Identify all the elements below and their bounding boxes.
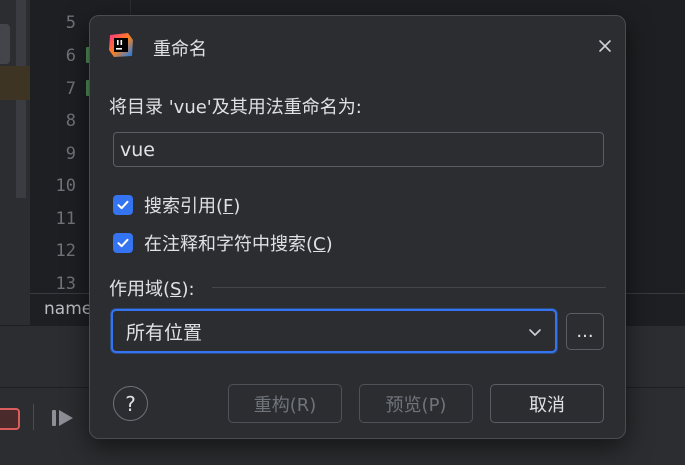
toolbar-separator — [33, 404, 34, 430]
breadcrumb[interactable]: name — [44, 299, 92, 319]
line-number: 8 — [65, 111, 76, 131]
preview-button[interactable]: 预览(P) — [359, 384, 473, 423]
search-comments-strings-checkbox[interactable]: 在注释和字符中搜索(C) — [113, 230, 333, 256]
resume-icon[interactable] — [51, 408, 75, 428]
scope-selected-value: 所有位置 — [126, 321, 203, 344]
tool-window-strip — [0, 0, 30, 325]
scope-label: 作用域(S): — [109, 279, 195, 300]
line-number: 13 — [55, 274, 76, 294]
intellij-logo-icon — [109, 33, 133, 57]
chevron-down-icon — [529, 329, 541, 336]
browse-scope-button[interactable]: ... — [566, 313, 604, 350]
stop-icon[interactable] — [0, 408, 20, 430]
refactor-button[interactable]: 重构(R) — [228, 384, 342, 423]
checkbox-checked-icon[interactable] — [113, 195, 133, 215]
checkbox-label: 在注释和字符中搜索(C) — [144, 234, 333, 255]
line-number: 10 — [55, 176, 76, 196]
line-number: 6 — [65, 46, 76, 66]
cancel-button[interactable]: 取消 — [490, 384, 604, 423]
rename-dialog: 重命名 将目录 'vue'及其用法重命名为: 搜索引用(F) 在注释和字符中搜索… — [89, 15, 626, 439]
checkbox-label: 搜索引用(F) — [144, 196, 241, 217]
line-number: 5 — [65, 13, 76, 33]
new-name-input[interactable] — [113, 132, 604, 167]
line-number: 7 — [65, 79, 76, 99]
line-number: 9 — [65, 144, 76, 164]
checkbox-checked-icon[interactable] — [113, 233, 133, 253]
rename-prompt: 将目录 'vue'及其用法重命名为: — [109, 97, 362, 118]
scope-separator — [212, 287, 606, 288]
help-button[interactable]: ? — [113, 386, 148, 421]
close-icon[interactable] — [595, 36, 615, 56]
search-references-checkbox[interactable]: 搜索引用(F) — [113, 192, 240, 218]
scope-dropdown[interactable]: 所有位置 — [111, 309, 557, 353]
line-number: 12 — [55, 241, 76, 261]
line-number: 11 — [55, 209, 76, 229]
tool-window-selected-indicator — [0, 24, 10, 64]
dialog-title: 重命名 — [153, 39, 207, 60]
